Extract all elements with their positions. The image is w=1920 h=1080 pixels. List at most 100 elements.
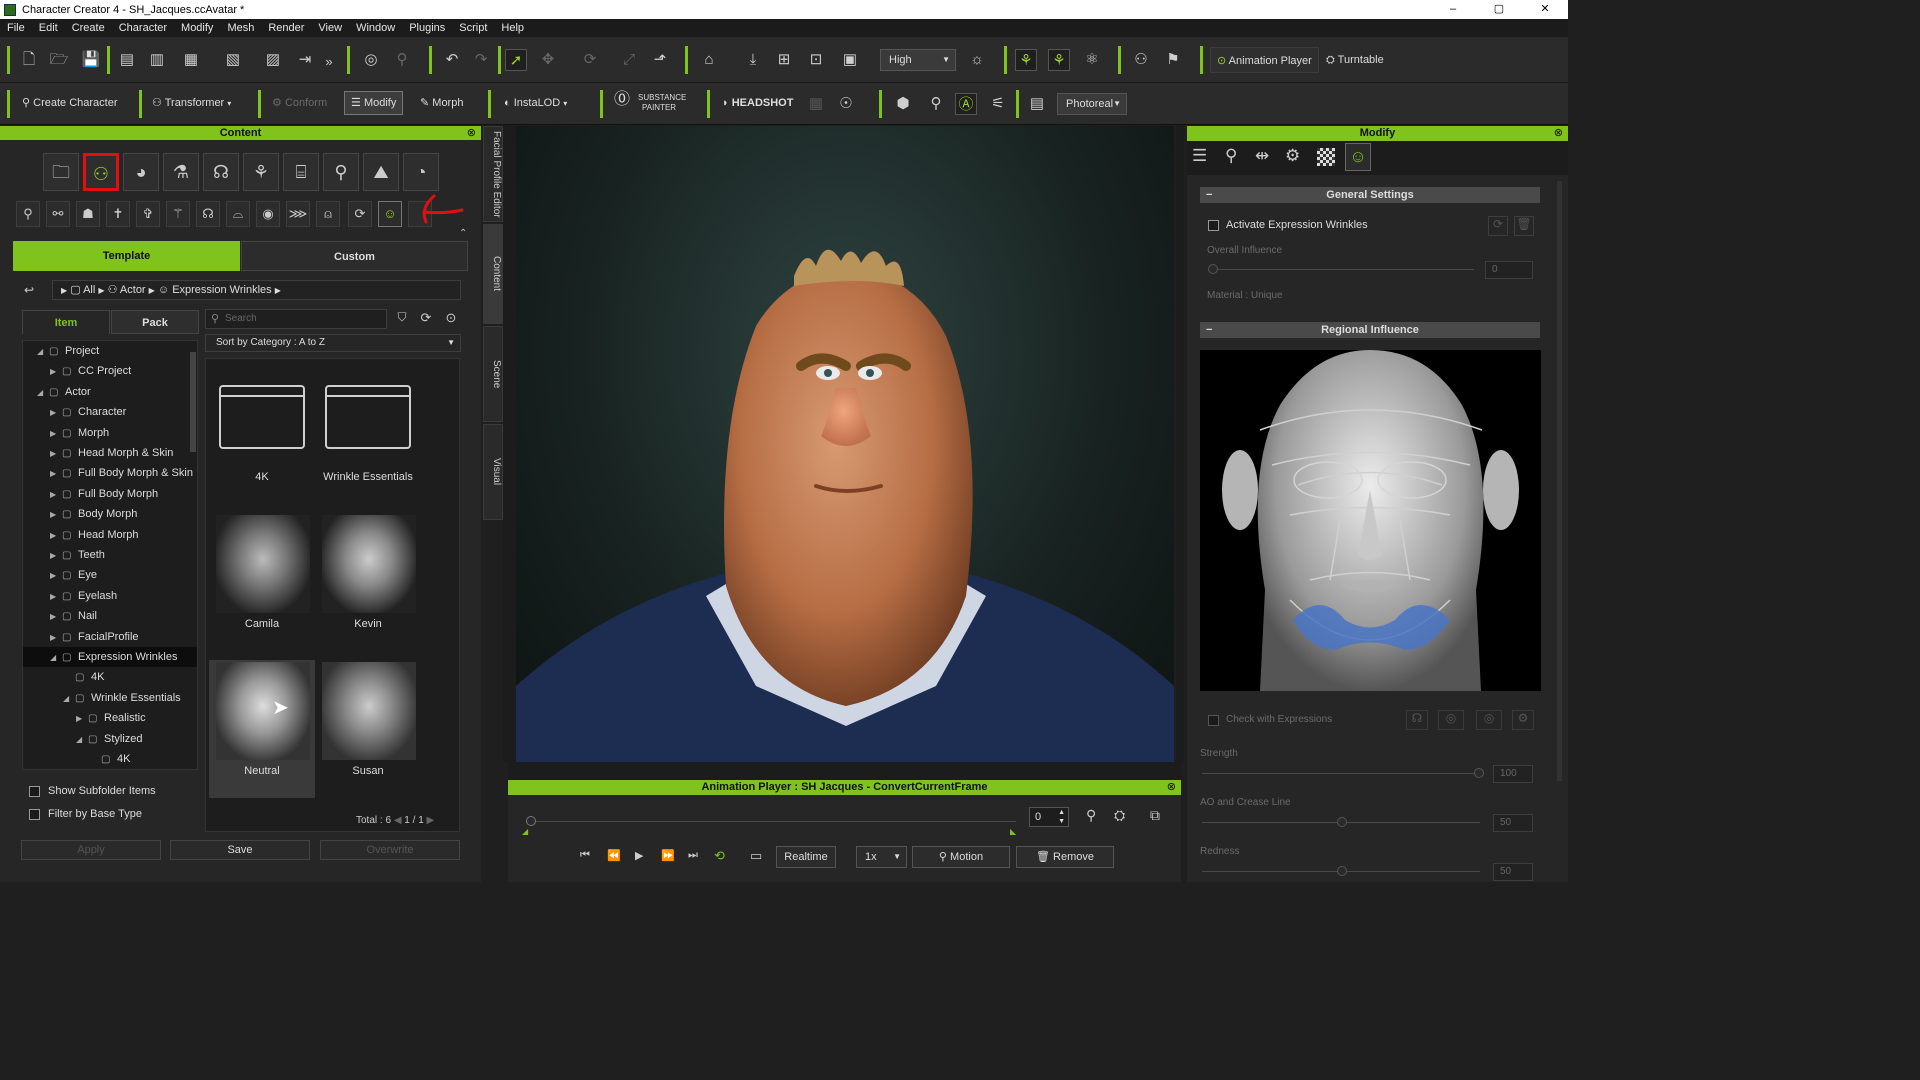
expand-right-icon[interactable]: ▶ <box>50 403 62 423</box>
instalod-button[interactable]: ◐ InstaLOD ▾ <box>498 90 573 116</box>
calendar-icon[interactable]: ▤ <box>1026 93 1048 115</box>
speed-select[interactable]: 1x ▼ <box>856 846 907 868</box>
nail-sub-icon[interactable]: ⍝ <box>316 201 340 227</box>
camera-icon[interactable]: ⛭ <box>1114 807 1125 824</box>
tree-item[interactable]: ▶ ▢ Teeth <box>50 545 105 565</box>
scene-category-icon[interactable]: ⛰ <box>363 153 399 191</box>
minimize-button[interactable]: – <box>1430 0 1476 18</box>
headshot-extra-icon[interactable]: ▦ <box>805 93 827 115</box>
export-fbx-icon[interactable]: ▧ <box>222 49 244 71</box>
facial-profile-sub-icon[interactable]: ⟳ <box>348 201 372 227</box>
close-icon[interactable]: ⊗ <box>1554 126 1563 141</box>
flag-icon[interactable]: ⚑ <box>1162 49 1184 71</box>
tree-item[interactable]: ▢ 4K <box>89 749 130 769</box>
clothing-category-icon[interactable]: ⚗ <box>163 153 199 191</box>
tree-item[interactable]: ▶ ▢ Body Morph <box>50 504 137 524</box>
tab-pack[interactable]: Pack <box>111 310 199 334</box>
motion-button[interactable]: ⚲ Motion <box>912 846 1010 868</box>
more-icon[interactable]: » <box>318 51 340 73</box>
save-button[interactable]: Save <box>170 840 310 860</box>
tab-facial-profile-editor[interactable]: Facial Profile Editor <box>483 126 503 222</box>
pivot-icon[interactable]: ⬏ <box>649 49 671 71</box>
collapse-up-icon[interactable]: ⌃ <box>459 228 467 239</box>
expression-option-icon[interactable]: ◎ <box>1438 710 1464 730</box>
skin-category-icon[interactable]: ◕ <box>123 153 159 191</box>
tree-item[interactable]: ◢ ▢ Actor <box>37 382 91 402</box>
move-icon[interactable]: ✥ <box>537 49 559 71</box>
breadcrumb-expression-wrinkles[interactable]: Expression Wrinkles <box>172 284 271 296</box>
head-icon[interactable]: ☉ <box>835 93 857 115</box>
menu-modify[interactable]: Modify <box>174 22 220 34</box>
hair-category-icon[interactable]: ☊ <box>203 153 239 191</box>
window-mode-icon[interactable]: ⧉ <box>1150 807 1160 824</box>
expand-right-icon[interactable]: ▶ <box>76 709 88 729</box>
expand-down-icon[interactable]: ◢ <box>76 730 88 750</box>
expand-down-icon[interactable]: ◢ <box>50 648 62 668</box>
thumbnail-kevin[interactable] <box>322 515 416 613</box>
next-page-icon[interactable]: ▶ <box>427 815 435 826</box>
auto-icon[interactable]: Ⓐ <box>955 93 977 115</box>
tab-custom[interactable]: Custom <box>241 241 468 271</box>
tab-content[interactable]: Content <box>483 224 503 324</box>
eye-sub-icon[interactable]: ◉ <box>256 201 280 227</box>
tree-item[interactable]: ▶ ▢ Morph <box>50 423 109 443</box>
tree-item[interactable]: ◢ ▢ Expression Wrinkles <box>23 647 197 668</box>
character-pose-icon[interactable]: ⚲ <box>1086 807 1096 824</box>
breadcrumb-all[interactable]: All <box>83 284 95 296</box>
morph-button[interactable]: ✎ Morph <box>414 90 469 116</box>
filter-base-type-checkbox[interactable] <box>29 809 40 820</box>
full-body-morph-skin-sub-icon[interactable]: ✝ <box>106 201 130 227</box>
menu-create[interactable]: Create <box>65 22 112 34</box>
tab-visual[interactable]: Visual <box>483 424 503 520</box>
turntable-button[interactable]: ⛭ Turntable <box>1320 47 1390 73</box>
stage-category-icon[interactable]: ⌸ <box>283 153 319 191</box>
tree-item[interactable]: ▢ 4K <box>63 667 104 687</box>
apply-button[interactable]: Apply <box>21 840 161 860</box>
animation-player-button[interactable]: ⊙ Animation Player <box>1210 47 1319 73</box>
go-start-icon[interactable]: ⏮ <box>580 849 590 862</box>
motion-tab-icon[interactable]: ⚲ <box>1225 146 1237 166</box>
modify-button[interactable]: ☰ Modify <box>344 91 404 115</box>
ao-crease-handle[interactable] <box>1337 817 1347 827</box>
tab-template[interactable]: Template <box>13 241 240 271</box>
tree-item[interactable]: ▶ ▢ Head Morph <box>50 525 139 545</box>
expand-right-icon[interactable]: ▶ <box>50 587 62 607</box>
body-morph-sub-icon[interactable]: ⚚ <box>166 201 190 227</box>
tree-item[interactable]: ◢ ▢ Wrinkle Essentials <box>63 688 181 708</box>
menu-edit[interactable]: Edit <box>32 22 65 34</box>
cube-icon[interactable]: ⬢ <box>892 93 914 115</box>
hierarchy-icon[interactable]: ⚛ <box>1081 49 1103 71</box>
create-character-button[interactable]: ⚲ Create Character <box>16 90 124 116</box>
redness-input[interactable]: 50 <box>1493 863 1533 881</box>
settings-sliders-icon[interactable]: ⚟ <box>987 93 1009 115</box>
menu-character[interactable]: Character <box>112 22 174 34</box>
ao-crease-input[interactable]: 50 <box>1493 814 1533 832</box>
regional-influence-header[interactable]: − Regional Influence <box>1200 322 1540 338</box>
redo-icon[interactable]: ↷ <box>470 49 492 71</box>
wrinkle-tab-icon[interactable]: ☺ <box>1345 143 1371 171</box>
expression-option-icon[interactable]: ◎ <box>1476 710 1502 730</box>
close-button[interactable]: ✕ <box>1522 0 1568 18</box>
send-to-icon[interactable]: ⇥ <box>294 49 316 71</box>
tree-item[interactable]: ▶ ▢ Nail <box>50 606 97 626</box>
expand-right-icon[interactable]: ▶ <box>50 362 62 382</box>
conform-button[interactable]: ⚙ Conform <box>266 90 333 116</box>
substance-painter-button[interactable]: ⓪ SUBSTANCE PAINTER <box>610 90 692 116</box>
fit-down-icon[interactable]: ⤓ <box>742 49 764 71</box>
folder-wrinkle-essentials-icon[interactable] <box>325 385 411 449</box>
headshot-button[interactable]: ◗ HEADSHOT <box>716 90 799 116</box>
pose-icon[interactable]: ⚲ <box>391 49 413 71</box>
menu-file[interactable]: File <box>0 22 32 34</box>
morph-sub-icon[interactable]: ⚯ <box>46 201 70 227</box>
bone-edit-icon[interactable]: ⚘ <box>1015 49 1037 71</box>
search-input[interactable]: ⚲ Search <box>205 309 387 329</box>
tree-item[interactable]: ▶ ▢ Eye <box>50 565 97 585</box>
back-icon[interactable]: ↩ <box>24 283 34 297</box>
expand-right-icon[interactable]: ▶ <box>50 526 62 546</box>
export-usd-icon[interactable]: ▨ <box>262 49 284 71</box>
tab-scene[interactable]: Scene <box>483 326 503 422</box>
remove-button[interactable]: 🗑 Remove <box>1016 846 1114 868</box>
tree-item[interactable]: ◢ ▢ Project <box>37 341 99 361</box>
tree-item[interactable]: ◢ ▢ Stylized <box>76 729 143 749</box>
render-mode-select[interactable]: Photoreal ▼ <box>1057 93 1127 115</box>
